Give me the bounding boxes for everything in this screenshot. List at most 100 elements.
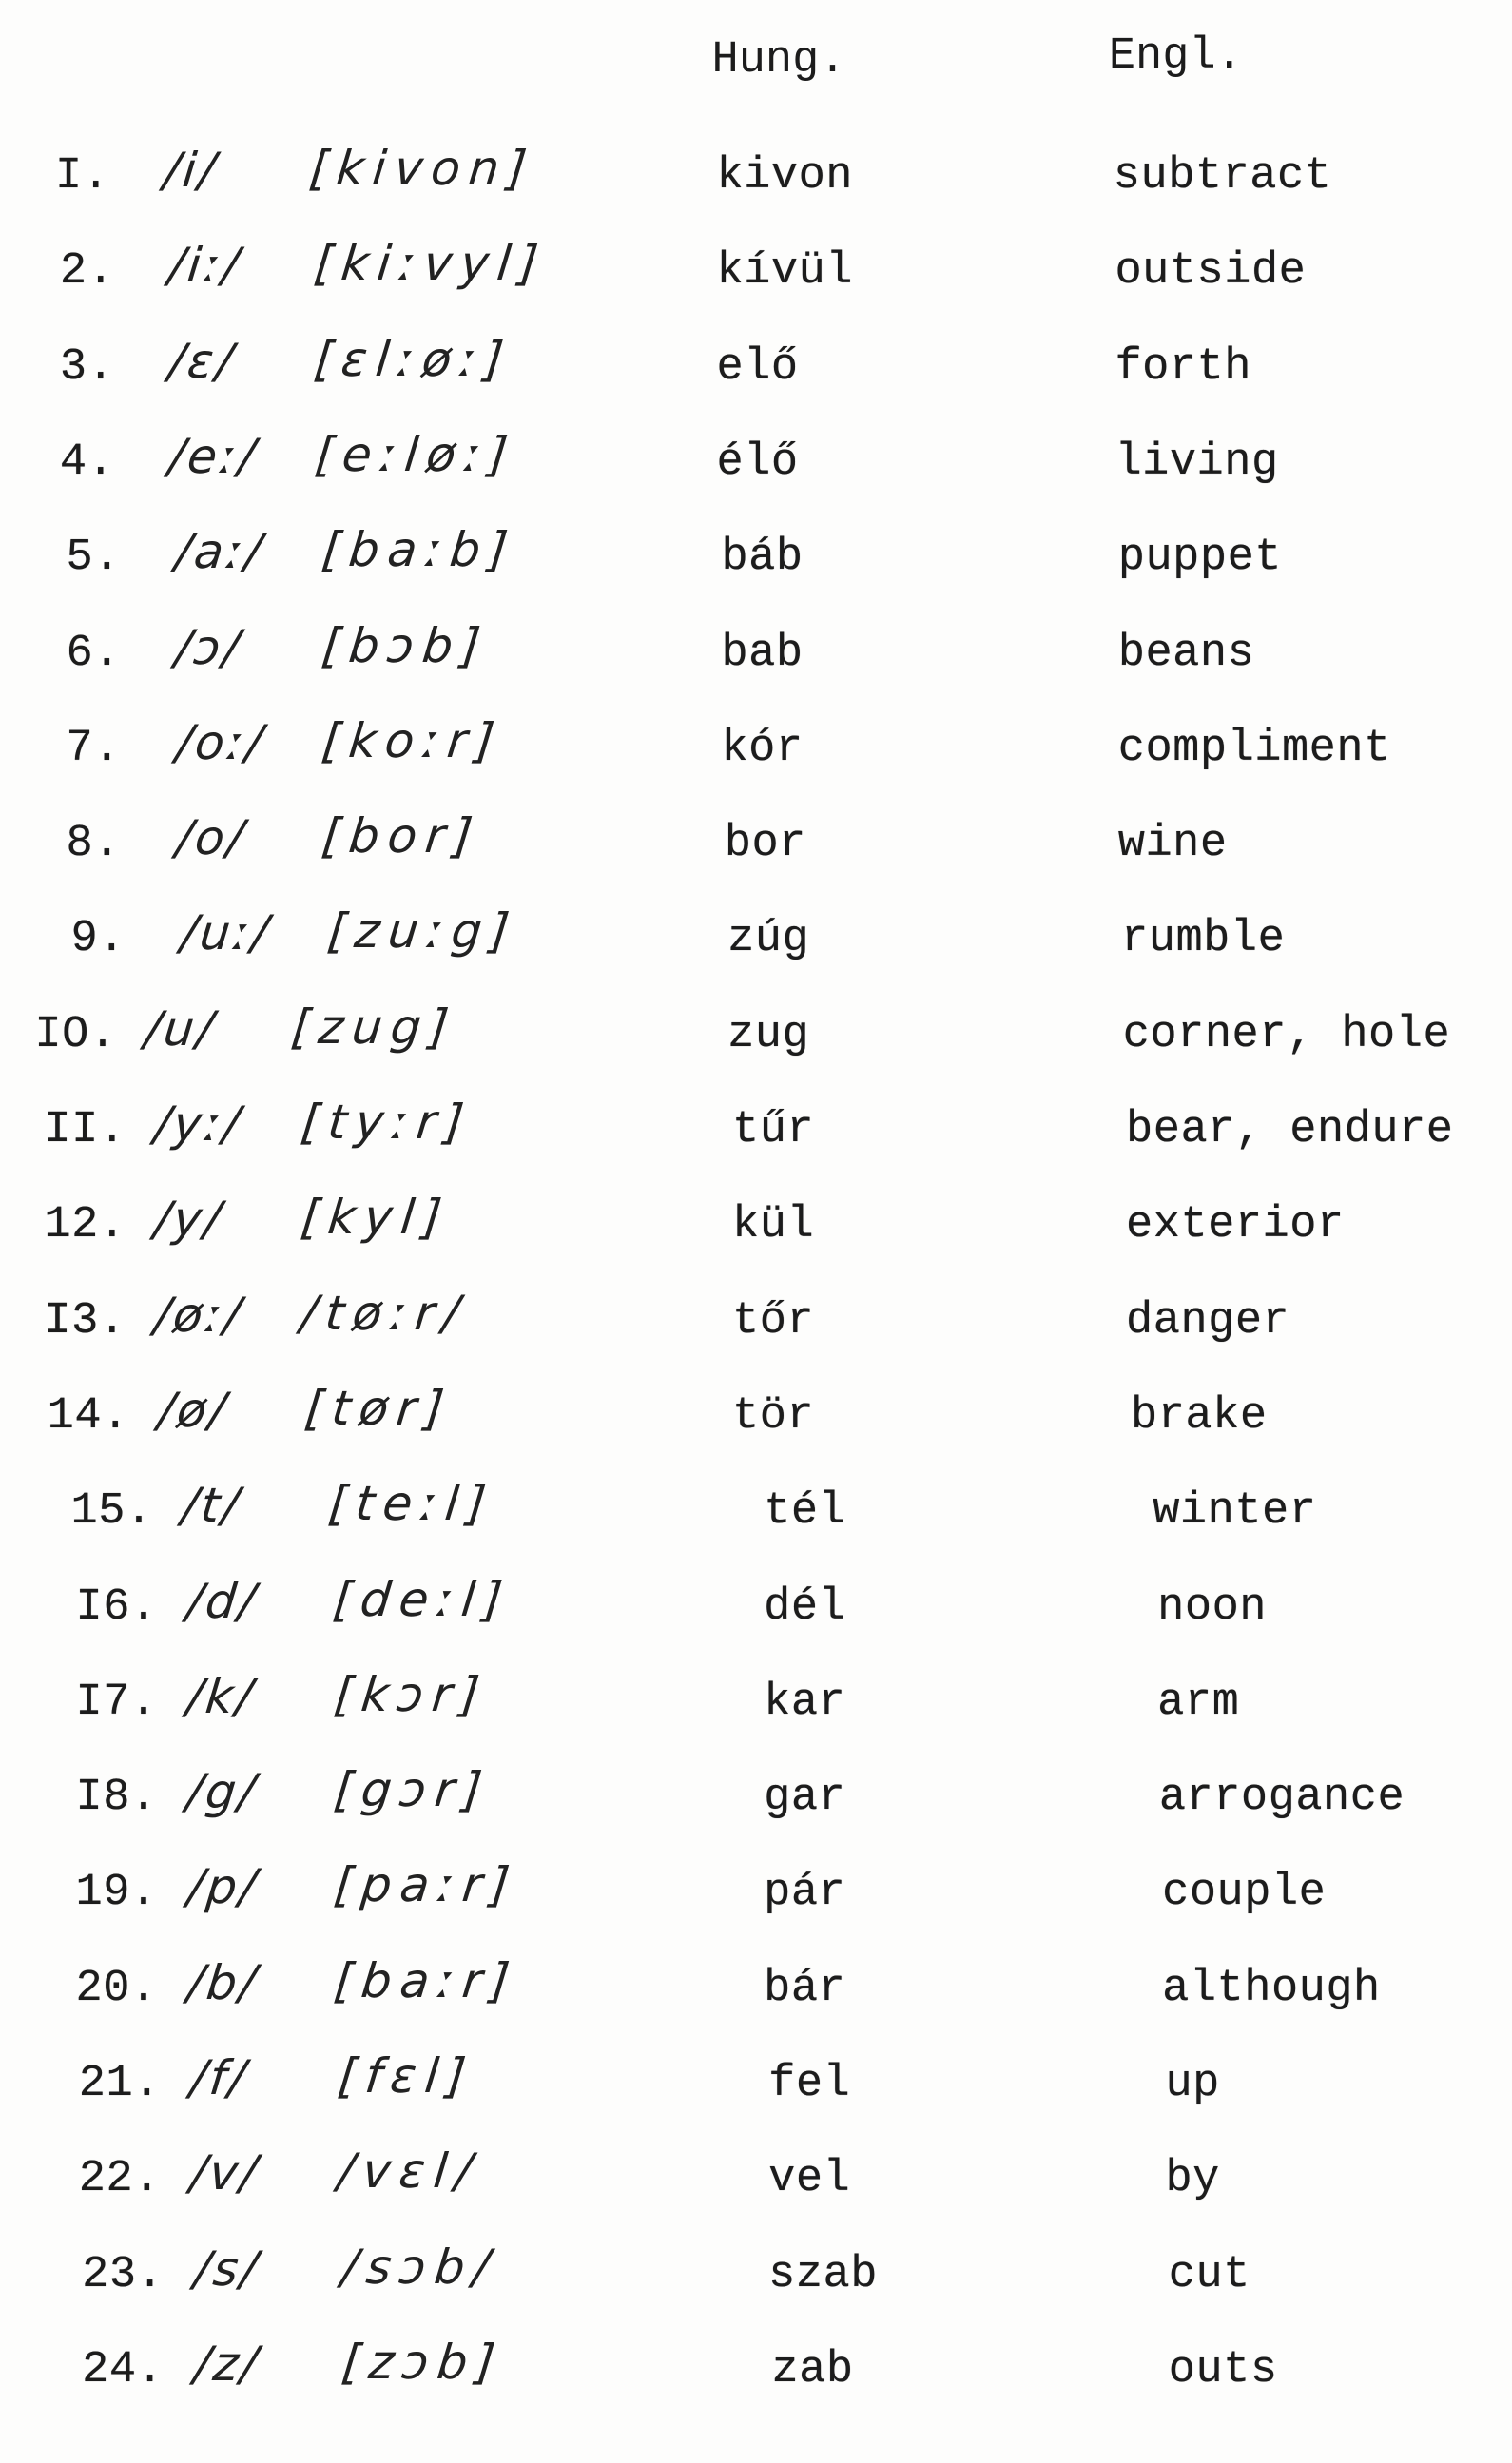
english-gloss: couple [1162,1868,1327,1919]
phonetic-transcription: [bor] [319,808,484,864]
hungarian-word: bár [764,1963,846,2014]
phonetic-transcription: [zɔb] [339,2334,507,2390]
phonemic-notation: /b/ [184,1954,262,2010]
english-gloss: by [1165,2154,1220,2205]
english-gloss: compliment [1117,723,1391,774]
phonemic-notation: /ɛ/ [165,333,239,389]
english-gloss: winter [1153,1486,1317,1538]
hungarian-word: kivon [716,151,853,202]
hungarian-word: tűr [732,1105,815,1155]
english-gloss: wine [1117,819,1228,870]
hungarian-word: bor [724,819,806,870]
hungarian-word: kül [732,1200,815,1251]
phonetic-transcription: [kyl] [298,1190,454,1246]
phonetic-transcription: [teːl] [325,1476,497,1532]
phonemic-notation: /i/ [161,143,222,198]
row-number: 21. [78,2059,161,2109]
hungarian-word: kívül [716,246,853,298]
document-page: Hung. Engl. I./i/[kivon] kivon subtract 2. /… [0,0,1512,2463]
hungarian-word: tél [764,1486,846,1538]
phonemic-notation: /y/ [151,1192,227,1248]
phonemic-notation: /u/ [142,1000,220,1057]
phonetic-transcription: [tyːr] [298,1095,475,1150]
phonemic-notation: /oː/ [173,714,268,770]
hungarian-word: fel [768,2059,851,2109]
phonetic-transcription: /sɔb/ [339,2239,501,2295]
phonetic-transcription: [baːb] [319,522,519,578]
phonetic-transcription: [paːr] [331,1857,521,1913]
english-gloss: noon [1157,1581,1267,1633]
phonemic-notation: /t/ [179,1478,244,1534]
phonemic-notation: /iː/ [165,238,245,294]
phonemic-notation: /ø/ [155,1382,231,1438]
english-gloss: beans [1117,628,1255,679]
phonemic-notation: /d/ [184,1573,262,1629]
english-gloss: arm [1157,1677,1240,1728]
row-number: I. [54,151,110,202]
row-number: 2. [59,246,115,298]
hungarian-word: élő [716,436,799,488]
row-number: 9. [70,914,126,965]
phonemic-notation: /s/ [191,2240,263,2297]
phonemic-notation: /g/ [184,1764,262,1820]
english-gloss: outs [1168,2344,1278,2395]
phonemic-notation: /ɔ/ [172,619,246,675]
row-number: 7. [66,723,121,774]
phonetic-transcription: [koːr] [319,712,506,768]
phonetic-transcription: [deːl] [330,1571,514,1627]
hungarian-word: elő [716,341,799,393]
hungarian-word: zab [771,2344,854,2395]
phonemic-notation: /f/ [187,2050,252,2105]
english-gloss: subtract [1113,151,1332,202]
row-number: 24. [82,2344,165,2395]
english-gloss: puppet [1117,533,1282,584]
row-number: I8. [75,1773,158,1824]
hungarian-word: vel [768,2154,851,2205]
english-gloss: arrogance [1158,1773,1405,1824]
phonemic-notation: /z/ [191,2336,263,2392]
hungarian-word: zug [727,1009,810,1060]
phonemic-notation: /øː/ [152,1287,247,1343]
phonetic-transcription: [kivon] [306,141,538,196]
english-gloss: corner, hole [1122,1009,1451,1060]
hungarian-word: báb [721,533,804,584]
hungarian-word: bab [721,628,804,679]
english-gloss: cut [1168,2249,1250,2300]
english-gloss: bear, endure [1126,1105,1454,1155]
phonetic-transcription: [bɔb] [319,617,492,673]
phonemic-notation: /aː/ [172,524,268,580]
row-number: 14. [47,1390,129,1442]
phonemic-notation: /p/ [184,1859,262,1915]
english-gloss: although [1162,1963,1381,2014]
row-number: 19. [75,1868,158,1919]
row-number: 12. [44,1200,126,1251]
row-number: 22. [78,2154,161,2205]
phonetic-transcription: /tøːr/ [299,1285,472,1341]
row-number: I7. [75,1677,158,1728]
row-number: 6. [66,628,121,679]
hungarian-word: szab [768,2249,878,2300]
row-number: I6. [75,1581,158,1633]
phonemic-notation: /k/ [184,1668,259,1724]
phonetic-transcription: [ɛlːøː] [312,331,515,387]
hungarian-word: kar [764,1677,846,1728]
hungarian-word: dél [764,1581,846,1633]
phonetic-transcription: [zug] [288,999,460,1055]
phonemic-notation: /o/ [173,810,249,866]
english-gloss: danger [1126,1295,1290,1347]
english-gloss: brake [1131,1390,1268,1442]
phonetic-transcription: [eːløː] [312,426,519,482]
row-number: 20. [75,1963,158,2014]
english-gloss: rumble [1121,914,1286,965]
english-gloss: exterior [1126,1200,1345,1251]
phonetic-transcription: [kɔr] [331,1666,491,1722]
phonetic-transcription: [baːr] [332,1952,521,2008]
hungarian-word: tőr [732,1295,815,1347]
english-gloss: outside [1115,246,1307,298]
row-number: IO. [34,1009,117,1060]
phonemic-notation: /yː/ [151,1096,245,1152]
row-number: 15. [70,1486,153,1538]
row-number: I3. [44,1295,126,1347]
row-number: II. [44,1105,126,1155]
phonemic-notation: /v/ [188,2145,263,2201]
